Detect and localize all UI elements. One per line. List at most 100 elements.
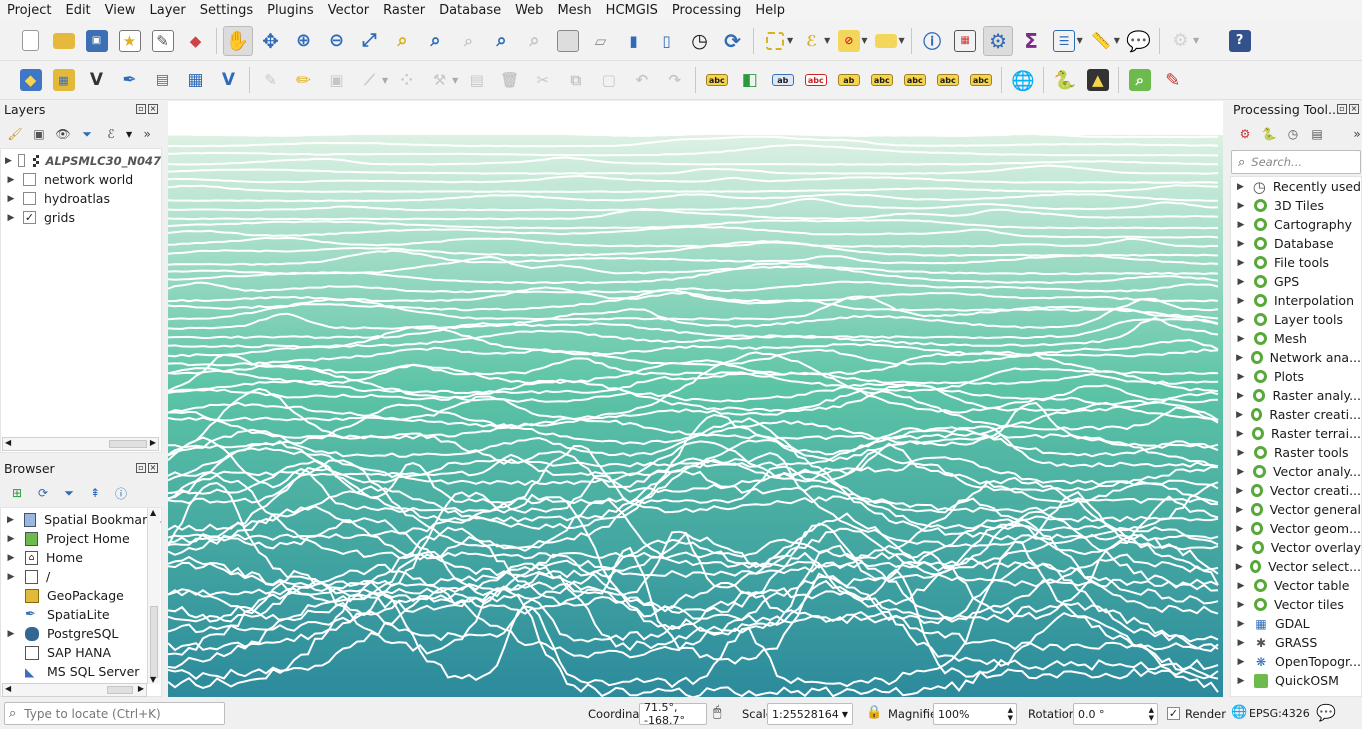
current-edits-button[interactable]: ✏ <box>289 65 319 95</box>
pin-labels-button[interactable]: ab <box>768 65 798 95</box>
vertex-tool-button[interactable]: ⁘ <box>392 65 422 95</box>
hcmgis-button[interactable]: ✎ <box>1158 65 1188 95</box>
open-table-button[interactable]: ☰ <box>1049 26 1079 56</box>
processing-group-item[interactable]: ▶ Cartography <box>1231 215 1361 234</box>
refresh-button[interactable]: ⟳ <box>718 26 748 56</box>
copy-features-button[interactable]: ⧉ <box>561 65 591 95</box>
processing-group-item[interactable]: ▶ Vector general <box>1231 500 1361 519</box>
magnifier-spinbox[interactable]: 100% ▲ ▼ <box>933 703 1017 725</box>
layer-checkbox[interactable] <box>23 173 36 186</box>
expand-arrow-icon[interactable]: ▶ <box>5 629 17 639</box>
edit-table-button[interactable]: ▤ <box>462 65 492 95</box>
menu-project[interactable]: Project <box>0 0 58 21</box>
menu-edit[interactable]: Edit <box>58 0 97 21</box>
menu-plugins[interactable]: Plugins <box>260 0 321 21</box>
python-console-button[interactable]: 🐍 <box>1050 65 1080 95</box>
processing-group-item[interactable]: ▶ Vector tiles <box>1231 595 1361 614</box>
chevron-down-icon[interactable]: ▼ <box>126 130 132 139</box>
processing-group-item[interactable]: ▶ Raster creati... <box>1231 405 1361 424</box>
rotate-label-button[interactable]: abc <box>900 65 930 95</box>
expand-arrow-icon[interactable]: ▶ <box>5 534 17 544</box>
expand-arrow-icon[interactable]: ▶ <box>1235 581 1247 591</box>
measure-button[interactable]: 📏 <box>1086 26 1116 56</box>
processing-group-item[interactable]: ▶ Plots <box>1231 367 1361 386</box>
select-by-expression-button[interactable]: ℰ <box>797 26 827 56</box>
crs-globe-icon[interactable]: 🌐 <box>1231 705 1247 720</box>
browser-item-spatial-bookmarks[interactable]: ▶ Spatial Bookmarks <box>1 510 161 529</box>
filter-expression-icon[interactable]: ℰ <box>102 125 120 143</box>
more-icon[interactable]: » <box>1348 125 1362 143</box>
expand-arrow-icon[interactable]: ▶ <box>1235 239 1247 249</box>
settings-disabled-button[interactable]: ⚙ <box>1165 26 1195 56</box>
scroll-right-icon[interactable]: ▶ <box>150 438 156 447</box>
expand-arrow-icon[interactable]: ▶ <box>5 156 12 166</box>
expand-arrow-icon[interactable]: ▶ <box>1235 410 1244 420</box>
expand-arrow-icon[interactable]: ▶ <box>1235 296 1247 306</box>
processing-group-item[interactable]: ▶ Vector creati... <box>1231 481 1361 500</box>
menu-vector[interactable]: Vector <box>321 0 376 21</box>
data-source-manager-button[interactable]: ◆ <box>16 65 46 95</box>
layer-checkbox[interactable]: ✓ <box>23 211 36 224</box>
layout-manager-button[interactable]: ✎ <box>148 26 178 56</box>
map-tips-button[interactable]: 💬 <box>1123 26 1153 56</box>
processing-search-input[interactable]: ⌕ Search... <box>1231 150 1361 174</box>
processing-toolbox-button[interactable]: ⚙ <box>983 25 1014 56</box>
new-3d-map-button[interactable]: ▱ <box>586 26 616 56</box>
processing-group-item[interactable]: ▶ Network ana... <box>1231 348 1361 367</box>
show-bookmarks-button[interactable]: ▯ <box>652 26 682 56</box>
messages-icon[interactable]: 💬 <box>1316 703 1336 722</box>
add-virtual-layer-button[interactable]: V <box>214 65 244 95</box>
expand-arrow-icon[interactable]: ▶ <box>1235 334 1247 344</box>
zoom-to-layer-button[interactable]: ⌕ <box>421 26 451 56</box>
browser-item-home[interactable]: ▶ ⌂ Home <box>1 548 161 567</box>
refresh-icon[interactable]: ⟳ <box>34 484 52 502</box>
new-print-layout-button[interactable]: ★ <box>115 26 145 56</box>
render-checkbox[interactable]: ✓ <box>1167 707 1180 720</box>
expand-arrow-icon[interactable]: ▶ <box>1235 372 1247 382</box>
browser-item-sap-hana[interactable]: SAP HANA <box>1 643 161 662</box>
expand-arrow-icon[interactable]: ▶ <box>1235 638 1247 648</box>
processing-group-item[interactable]: ▶ Vector table <box>1231 576 1361 595</box>
processing-group-item[interactable]: ▶ Interpolation <box>1231 291 1361 310</box>
scroll-thumb[interactable] <box>109 440 147 448</box>
menu-database[interactable]: Database <box>432 0 508 21</box>
expand-arrow-icon[interactable]: ▶ <box>5 572 17 582</box>
scroll-thumb[interactable] <box>150 606 158 678</box>
crs-label[interactable]: EPSG:4326 <box>1249 707 1310 720</box>
style-manager-button[interactable]: ◆ <box>181 26 211 56</box>
zoom-next-button[interactable]: ⌕ <box>520 26 550 56</box>
scroll-right-icon[interactable]: ▶ <box>138 684 144 693</box>
pan-to-selection-button[interactable]: ✥ <box>256 26 286 56</box>
spin-arrows-icon[interactable]: ▲ ▼ <box>1008 706 1013 722</box>
spin-arrows-icon[interactable]: ▲ ▼ <box>1149 706 1154 722</box>
coordinate-field[interactable]: 71.5°, -168.7° <box>639 701 707 727</box>
help-button[interactable]: ? <box>1225 26 1255 56</box>
select-by-location-button[interactable] <box>871 26 901 56</box>
zoom-to-selection-button[interactable]: ⌕ <box>388 26 418 56</box>
layer-checkbox[interactable] <box>17 154 26 167</box>
label-tool-button[interactable]: abc <box>702 65 732 95</box>
attribute-table-button[interactable]: ▦ <box>950 26 980 56</box>
move-label-button[interactable]: ab <box>834 65 864 95</box>
browser-item-mssql[interactable]: ◣ MS SQL Server <box>1 662 161 681</box>
add-mesh-layer-button[interactable]: ▤ <box>148 65 178 95</box>
processing-group-item[interactable]: ▶ 3D Tiles <box>1231 196 1361 215</box>
expand-arrow-icon[interactable]: ▶ <box>1235 619 1247 629</box>
browser-hscrollbar[interactable]: ◀ ▶ <box>2 683 147 697</box>
menu-hcmgis[interactable]: HCMGIS <box>599 0 665 21</box>
cut-features-button[interactable]: ✂ <box>528 65 558 95</box>
close-icon[interactable]: × <box>148 463 158 473</box>
processing-group-item[interactable]: ▶ Raster analy... <box>1231 386 1361 405</box>
filter-legend-icon[interactable]: ⏷ <box>78 125 96 143</box>
deselect-button[interactable]: ⊘ <box>834 26 864 56</box>
zoom-last-button[interactable]: ⌕ <box>487 26 517 56</box>
expand-arrow-icon[interactable]: ▶ <box>1235 676 1247 686</box>
delete-selected-button[interactable]: 🗑 <box>495 65 525 95</box>
expand-arrow-icon[interactable]: ▶ <box>1235 182 1246 192</box>
processing-group-item[interactable]: ▶ Vector geom... <box>1231 519 1361 538</box>
redo-button[interactable]: ↷ <box>660 65 690 95</box>
processing-group-item[interactable]: ▶ Layer tools <box>1231 310 1361 329</box>
expand-arrow-icon[interactable]: ▶ <box>1235 543 1245 553</box>
scroll-up-icon[interactable]: ▲ <box>150 508 156 517</box>
expand-arrow-icon[interactable]: ▶ <box>1235 600 1247 610</box>
